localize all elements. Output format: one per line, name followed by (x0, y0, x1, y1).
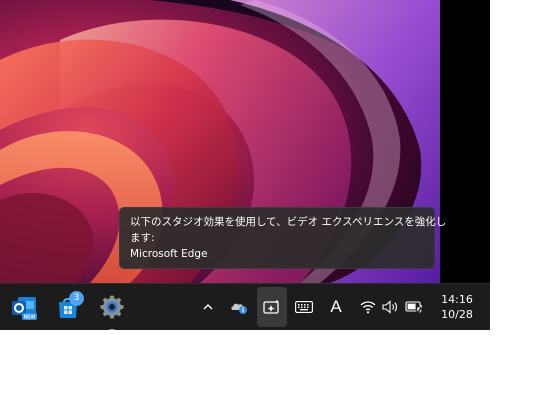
wifi-button[interactable] (358, 284, 378, 330)
keyboard-icon (295, 301, 313, 313)
onedrive-cloud-icon (231, 303, 247, 314)
chevron-up-icon (203, 304, 213, 310)
volume-icon (382, 300, 397, 314)
clock-time: 14:16 (441, 293, 473, 306)
desktop-screen: 以下のスタジオ効果を使用して、ビデオ エクスペリエンスを強化し ます: Micr… (0, 0, 490, 330)
studio-effects-icon (263, 299, 279, 314)
ime-mode-button[interactable]: A (324, 284, 348, 330)
tooltip-line-1: 以下のスタジオ効果を使用して、ビデオ エクスペリエンスを強化し (130, 216, 447, 228)
clock-button[interactable]: 14:16 10/28 (432, 292, 482, 322)
outlook-icon: NEW (12, 297, 37, 321)
new-badge: NEW (24, 315, 36, 321)
store-taskbar-button[interactable]: 3 (52, 291, 84, 323)
battery-charging-icon (405, 301, 424, 315)
settings-taskbar-button[interactable] (96, 291, 128, 330)
clock-date: 10/28 (441, 308, 473, 321)
settings-gear-icon (100, 295, 124, 319)
tooltip-line-2: ます: (130, 232, 155, 244)
wifi-icon (360, 301, 376, 314)
studio-effects-tooltip: 以下のスタジオ効果を使用して、ビデオ エクスペリエンスを強化し ます: Micr… (119, 207, 447, 269)
volume-button[interactable] (381, 284, 401, 330)
ime-icon: A (330, 297, 342, 316)
show-hidden-icons-button[interactable] (198, 284, 218, 330)
studio-effects-tray-button[interactable] (257, 287, 287, 327)
tooltip-app-name: Microsoft Edge (130, 248, 208, 260)
notification-count-badge: 3 (69, 291, 84, 306)
taskbar: NEW 3 A 14:16 10/28 (0, 283, 490, 330)
touch-keyboard-button[interactable] (292, 284, 316, 330)
onedrive-tray-button[interactable] (228, 284, 250, 330)
outlook-taskbar-button[interactable]: NEW (8, 291, 40, 323)
running-indicator (109, 329, 115, 330)
battery-button[interactable] (404, 284, 426, 330)
